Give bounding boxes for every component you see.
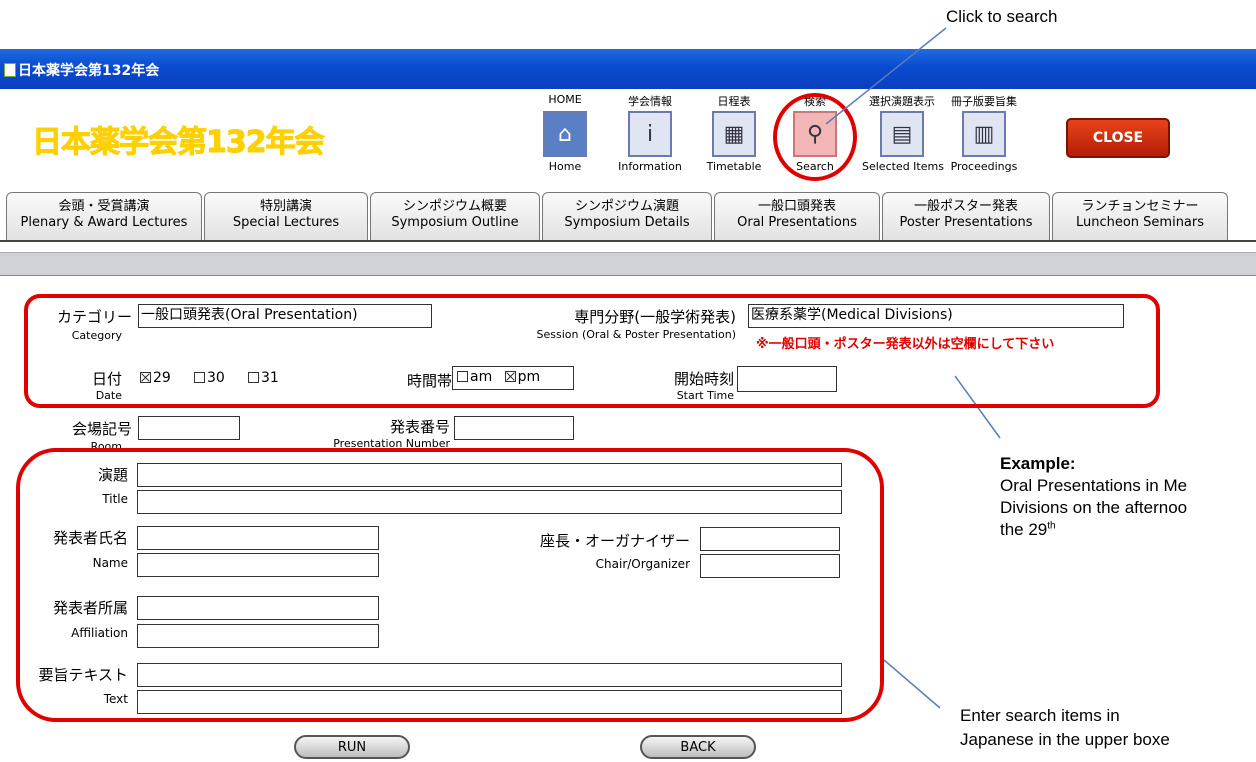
toolbar-band	[0, 252, 1256, 276]
tab-symposium-details[interactable]: シンポジウム演題 Symposium Details	[542, 192, 712, 240]
run-button[interactable]: RUN	[294, 735, 410, 759]
example-line-3: the 29th	[1000, 520, 1056, 539]
close-button[interactable]: CLOSE	[1066, 118, 1170, 158]
example-line-1: Oral Presentations in Me	[1000, 476, 1188, 495]
presentation-number-label: 発表番号	[389, 418, 450, 436]
search-callout-line	[825, 27, 947, 125]
example-line-2: Divisions on the afternoo	[1000, 498, 1188, 517]
tab-poster-presentations[interactable]: 一般ポスター発表 Poster Presentations	[882, 192, 1050, 240]
highlight-box-top	[24, 294, 1160, 408]
tab-plenary-award[interactable]: 会頭・受賞講演 Plenary & Award Lectures	[6, 192, 202, 240]
tab-luncheon-seminars[interactable]: ランチョンセミナー Luncheon Seminars	[1052, 192, 1228, 240]
search-highlight-circle	[773, 93, 857, 181]
room-label: 会場記号	[71, 420, 132, 438]
room-input[interactable]	[138, 416, 240, 440]
enter-line-1: Enter search items in	[960, 706, 1120, 725]
enter-callout-line	[883, 659, 941, 709]
tab-oral-presentations[interactable]: 一般口頭発表 Oral Presentations	[714, 192, 880, 240]
example-heading: Example:	[1000, 454, 1076, 473]
tab-divider	[0, 240, 1256, 242]
tab-special-lectures[interactable]: 特別講演 Special Lectures	[204, 192, 368, 240]
tab-symposium-outline[interactable]: シンポジウム概要 Symposium Outline	[370, 192, 540, 240]
highlight-box-bottom	[16, 448, 884, 722]
presentation-number-input[interactable]	[454, 416, 574, 440]
enter-line-2: Japanese in the upper boxe	[960, 730, 1170, 749]
back-button[interactable]: BACK	[640, 735, 756, 759]
